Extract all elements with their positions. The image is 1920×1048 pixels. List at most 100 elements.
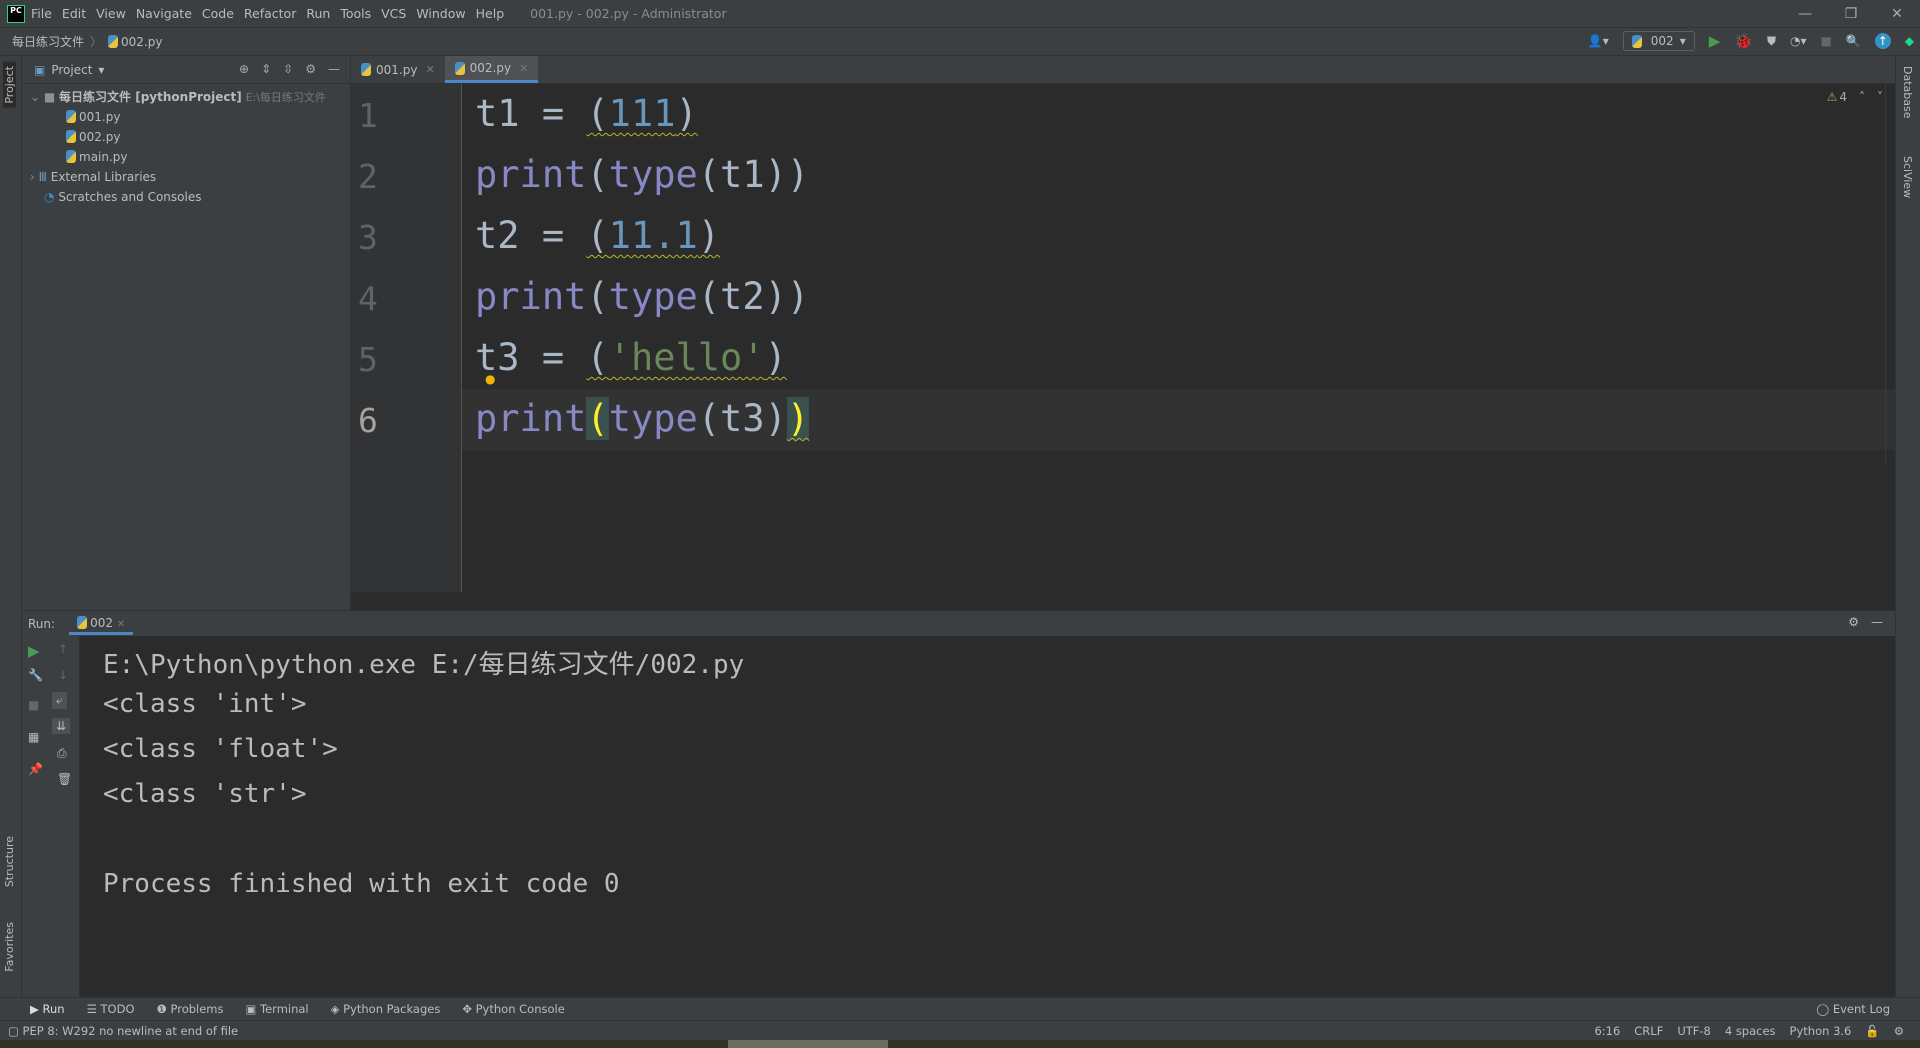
hide-icon[interactable]: — xyxy=(328,62,340,76)
collapse-all-icon[interactable]: ⇳ xyxy=(283,62,293,76)
line-number: 3 xyxy=(358,218,378,257)
layout-icon[interactable]: ▦ xyxy=(28,730,39,744)
debug-icon[interactable]: 🐞 xyxy=(1734,32,1753,50)
python-interpreter[interactable]: Python 3.6 xyxy=(1790,1024,1852,1038)
wrench-icon[interactable]: 🔧 xyxy=(28,668,43,682)
database-tool-button[interactable]: Database xyxy=(1901,66,1914,119)
line-number: 5 xyxy=(358,340,378,379)
run-panel-header: Run: 002 ✕ ⚙ — xyxy=(22,610,1895,636)
tree-file[interactable]: main.py xyxy=(22,147,350,167)
profile-icon[interactable]: ◔▾ xyxy=(1790,34,1807,48)
tree-file[interactable]: 001.py xyxy=(22,107,350,127)
print-icon[interactable]: ⎙ xyxy=(57,746,67,761)
stop-icon[interactable]: ■ xyxy=(1820,34,1831,48)
run-toolbar: ▶ 🔧 ■ ▦ 📌 ↑ ↓ ⤶ ⇊ ⎙ 🗑 xyxy=(22,636,80,997)
scratches-label: Scratches and Consoles xyxy=(58,190,202,204)
menu-window[interactable]: Window xyxy=(416,6,465,21)
code-line: print(type(t3)) xyxy=(475,397,810,440)
taskbar xyxy=(0,1040,1920,1048)
minimize-button[interactable]: — xyxy=(1782,0,1828,28)
toolwindow-terminal[interactable]: ▣ Terminal xyxy=(246,1002,309,1016)
status-toggle-icon[interactable]: ▢ xyxy=(8,1024,19,1038)
event-log-button[interactable]: ◯ Event Log xyxy=(1816,1002,1890,1016)
close-tab-icon[interactable]: ✕ xyxy=(519,62,528,75)
code-editor[interactable]: 1 2 3 4 5 6 t1 = (111) print(type(t1)) t… xyxy=(351,84,1895,592)
caret-position[interactable]: 6:16 xyxy=(1594,1024,1620,1038)
lightbulb-icon[interactable]: ● xyxy=(485,372,495,386)
lock-icon[interactable]: 🔓 xyxy=(1865,1024,1879,1038)
inspection-widget[interactable]: ⚠ 4 ˄ ˅ xyxy=(1827,90,1883,104)
locate-icon[interactable]: ⊕ xyxy=(239,62,249,76)
python-icon xyxy=(1631,34,1642,48)
run-tab[interactable]: 002 ✕ xyxy=(69,612,134,635)
breadcrumb-project[interactable]: 每日练习文件 xyxy=(12,33,84,50)
structure-tool-button[interactable]: Structure xyxy=(3,836,16,887)
tab-001-py[interactable]: 001.py ✕ xyxy=(351,56,445,83)
gear-icon[interactable]: ⚙ xyxy=(1848,615,1859,629)
breadcrumb-file[interactable]: 002.py xyxy=(121,35,162,49)
tab-002-py[interactable]: 002.py ✕ xyxy=(444,56,539,83)
menu-help[interactable]: Help xyxy=(476,6,505,21)
right-tool-stripe: Database SciView xyxy=(1895,56,1920,1020)
tree-root[interactable]: ⌄ ■ 每日练习文件 [pythonProject] E:\每日练习文件 xyxy=(22,87,350,107)
menu-file[interactable]: File xyxy=(31,6,52,21)
code-line: print(type(t2)) xyxy=(475,275,810,318)
menu-refactor[interactable]: Refactor xyxy=(244,6,296,21)
status-message: PEP 8: W292 no newline at end of file xyxy=(22,1023,239,1038)
search-icon[interactable]: 🔍 xyxy=(1846,34,1861,48)
line-separator[interactable]: CRLF xyxy=(1634,1024,1663,1038)
rerun-icon[interactable]: ▶ xyxy=(28,642,40,660)
up-icon[interactable]: ↑ xyxy=(58,642,68,656)
next-highlight-icon[interactable]: ˅ xyxy=(1877,90,1883,104)
tree-scratches[interactable]: ◔ Scratches and Consoles xyxy=(22,187,350,207)
gear-icon[interactable]: ⚙ xyxy=(305,62,316,76)
project-view-select[interactable]: Project xyxy=(51,63,92,77)
toolwindow-python-console[interactable]: ✥ Python Console xyxy=(462,1002,564,1016)
left-tool-stripe: Project Structure Favorites xyxy=(0,56,22,1020)
scroll-to-end-icon[interactable]: ⇊ xyxy=(52,718,71,734)
tool-window-bar: ▶ Run ☰ TODO ❶ Problems ▣ Terminal ◈ Pyt… xyxy=(0,997,1920,1020)
menu-navigate[interactable]: Navigate xyxy=(136,6,192,21)
tree-file[interactable]: 002.py xyxy=(22,127,350,147)
menu-bar: File Edit View Navigate Code Refactor Run Tools… xyxy=(31,6,514,21)
run-config-select[interactable]: 002 ▾ xyxy=(1622,31,1695,51)
trash-icon[interactable]: 🗑 xyxy=(57,772,72,786)
menu-tools[interactable]: Tools xyxy=(340,6,371,21)
toolwindow-python-packages[interactable]: ◈ Python Packages xyxy=(331,1002,441,1016)
toolwindow-todo[interactable]: ☰ TODO xyxy=(87,1002,135,1016)
update-icon[interactable]: ↑ xyxy=(1874,33,1891,49)
toolwindow-problems[interactable]: ❶ Problems xyxy=(157,1002,224,1016)
close-tab-icon[interactable]: ✕ xyxy=(425,63,434,76)
project-tool-button[interactable]: Project xyxy=(3,62,16,108)
pin-icon[interactable]: 📌 xyxy=(28,762,43,776)
menu-edit[interactable]: Edit xyxy=(62,6,86,21)
favorites-tool-button[interactable]: Favorites xyxy=(3,922,16,972)
menu-vcs[interactable]: VCS xyxy=(381,6,406,21)
output-line: E:\Python\python.exe E:/每日练习文件/002.py xyxy=(103,650,745,680)
expand-all-icon[interactable]: ⇕ xyxy=(261,62,271,76)
menu-run[interactable]: Run xyxy=(306,6,330,21)
prev-highlight-icon[interactable]: ˄ xyxy=(1859,90,1865,104)
line-number: 6 xyxy=(358,401,378,440)
hide-icon[interactable]: — xyxy=(1871,615,1883,629)
down-icon[interactable]: ↓ xyxy=(58,668,68,682)
indent-setting[interactable]: 4 spaces xyxy=(1725,1024,1776,1038)
soft-wrap-icon[interactable]: ⤶ xyxy=(52,692,67,709)
close-button[interactable]: ✕ xyxy=(1874,0,1920,28)
run-icon[interactable]: ▶ xyxy=(1709,32,1721,50)
user-icon[interactable]: 👤▾ xyxy=(1588,34,1609,48)
tree-external-libraries[interactable]: › Ⅲ External Libraries xyxy=(22,167,350,187)
inspector-icon[interactable]: ⚙ xyxy=(1894,1024,1904,1038)
file-encoding[interactable]: UTF-8 xyxy=(1677,1024,1711,1038)
toolwindow-run[interactable]: ▶ Run xyxy=(30,1002,65,1016)
coverage-icon[interactable]: ⛊ xyxy=(1767,34,1776,49)
run-console-output[interactable]: E:\Python\python.exe E:/每日练习文件/002.py <c… xyxy=(80,636,1895,997)
menu-code[interactable]: Code xyxy=(202,6,234,21)
menu-view[interactable]: View xyxy=(96,6,126,21)
editor-scrollbar[interactable] xyxy=(1885,84,1895,464)
restore-button[interactable]: ❐ xyxy=(1828,0,1874,28)
stop-icon[interactable]: ■ xyxy=(28,698,39,712)
sciview-tool-button[interactable]: SciView xyxy=(1901,156,1914,198)
jetbrains-icon[interactable]: ◆ xyxy=(1905,34,1914,48)
output-line: <class 'str'> xyxy=(103,779,307,809)
